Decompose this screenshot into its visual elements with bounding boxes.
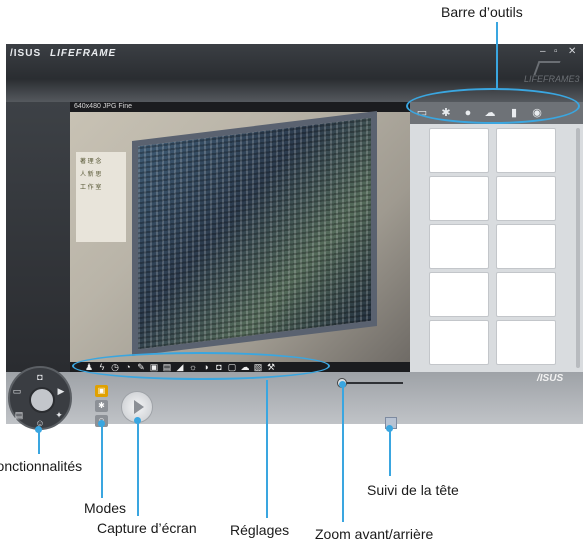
close-button[interactable]: ✕ bbox=[568, 46, 576, 57]
lifeframe-logo-text: LIFEFRAME3 bbox=[524, 74, 580, 84]
capture-callout-line bbox=[137, 420, 139, 516]
zoom-annotation: Zoom avant/arrière bbox=[315, 526, 434, 542]
gallery-thumbnail[interactable] bbox=[429, 128, 489, 173]
lifeframe-logo-icon bbox=[533, 61, 561, 75]
minimize-button[interactable]: – bbox=[540, 46, 546, 57]
features-callout-dot bbox=[35, 426, 42, 433]
head-tracking-annotation: Suivi de la tête bbox=[367, 482, 459, 498]
asus-bottom-logo: /ISUS bbox=[537, 373, 564, 384]
features-annotation: Fonctionnalités bbox=[0, 458, 83, 474]
gallery-thumbnail[interactable] bbox=[496, 272, 556, 317]
settings-highlight bbox=[72, 352, 330, 380]
maximize-button[interactable]: ▫ bbox=[554, 46, 558, 57]
modes-callout-line bbox=[101, 422, 103, 498]
toolbar-highlight bbox=[406, 88, 580, 124]
camera-icon[interactable]: ◘ bbox=[35, 372, 45, 382]
play-icon bbox=[134, 400, 144, 414]
features-callout-line bbox=[38, 430, 40, 454]
zoom-slider[interactable] bbox=[341, 382, 403, 384]
gallery-panel: ▭ ✱ ● ☁ ▮ ◉ bbox=[410, 102, 583, 372]
settings-annotation: Réglages bbox=[230, 522, 290, 538]
control-bar bbox=[6, 372, 583, 424]
gallery-thumbnail[interactable] bbox=[496, 224, 556, 269]
gallery-icon[interactable]: ▤ bbox=[14, 410, 24, 420]
gallery-thumbnail[interactable] bbox=[429, 320, 489, 365]
gallery-scrollbar[interactable] bbox=[576, 128, 580, 368]
mode-photo-button[interactable]: ▣ bbox=[95, 385, 108, 397]
head-callout-line bbox=[389, 428, 391, 476]
gallery-thumbnail[interactable] bbox=[429, 272, 489, 317]
asus-logo: /ISUS bbox=[10, 48, 42, 59]
monitor-icon[interactable]: ▭ bbox=[12, 386, 22, 396]
video-icon[interactable]: ▶ bbox=[56, 386, 66, 396]
toolbar-callout-line bbox=[496, 22, 498, 90]
capture-mode-icon[interactable] bbox=[29, 387, 55, 413]
camera-preview: 著 理 念 人 新 思 工 作 室 bbox=[70, 110, 410, 362]
settings-callout-line bbox=[266, 380, 268, 518]
effects-icon[interactable]: ✦ bbox=[54, 410, 64, 420]
left-panel bbox=[6, 102, 70, 372]
gallery-thumbnail[interactable] bbox=[496, 176, 556, 221]
toolbar-annotation: Barre d’outils bbox=[441, 4, 523, 20]
features-dial[interactable]: ◘ ▶ ✦ ☺ ▤ ▭ bbox=[8, 366, 72, 430]
modes-callout-dot bbox=[98, 420, 105, 427]
gallery-thumbnail[interactable] bbox=[496, 320, 556, 365]
gallery-thumbnail[interactable] bbox=[429, 224, 489, 269]
gallery-thumbnail[interactable] bbox=[496, 128, 556, 173]
mode-settings-button[interactable]: ✱ bbox=[95, 400, 108, 412]
zoom-callout-line bbox=[342, 385, 344, 522]
gallery-thumbnail[interactable] bbox=[429, 176, 489, 221]
mosaic-sculpture bbox=[132, 110, 377, 357]
camera-status: 640x480 JPG Fine bbox=[70, 102, 410, 112]
modes-annotation: Modes bbox=[84, 500, 127, 516]
app-name: LIFEFRAME bbox=[50, 48, 117, 59]
capture-callout-dot bbox=[134, 417, 141, 424]
zoom-callout-dot bbox=[339, 381, 346, 388]
background-sign: 著 理 念 人 新 思 工 作 室 bbox=[76, 152, 126, 242]
head-callout-dot bbox=[386, 425, 393, 432]
capture-annotation: Capture d’écran bbox=[97, 520, 197, 536]
